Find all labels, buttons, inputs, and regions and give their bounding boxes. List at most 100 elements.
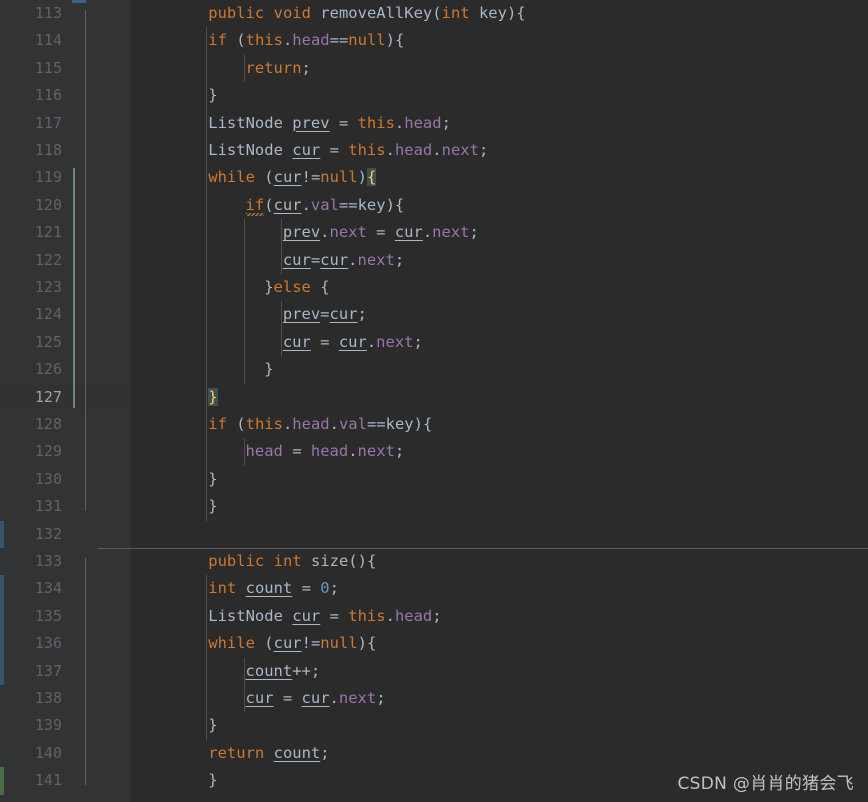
line-number[interactable]: 138 bbox=[0, 685, 62, 712]
line-number[interactable]: 129 bbox=[0, 438, 62, 465]
code-line-text[interactable]: } bbox=[208, 493, 217, 520]
line-number[interactable]: 125 bbox=[0, 329, 62, 356]
line-number[interactable]: 121 bbox=[0, 219, 62, 246]
code-line-text[interactable]: } bbox=[208, 712, 217, 739]
code-token: = bbox=[320, 141, 349, 159]
code-token: head bbox=[292, 415, 330, 433]
code-line-text[interactable]: if (this.head==null){ bbox=[208, 27, 404, 54]
line-number[interactable]: 141 bbox=[0, 767, 62, 794]
code-line-text[interactable]: prev.next = cur.next; bbox=[283, 219, 479, 246]
code-token: { bbox=[366, 168, 377, 187]
code-line-text[interactable]: return; bbox=[246, 55, 311, 82]
code-token: return bbox=[245, 58, 302, 77]
line-number[interactable]: 137 bbox=[0, 658, 62, 685]
line-number[interactable]: 139 bbox=[0, 712, 62, 739]
code-line-text[interactable]: } bbox=[208, 384, 218, 411]
code-token: . bbox=[366, 332, 377, 351]
line-number[interactable]: 114 bbox=[0, 27, 62, 54]
line-number[interactable]: 130 bbox=[0, 466, 62, 493]
code-line-text[interactable]: while (cur!=null){ bbox=[208, 164, 377, 191]
code-line-text[interactable]: ListNode cur = this.head.next; bbox=[208, 137, 488, 164]
code-token: . bbox=[329, 689, 339, 707]
line-number[interactable]: 127 bbox=[0, 384, 62, 411]
code-token: } bbox=[264, 360, 274, 379]
code-line-text[interactable]: ListNode cur = this.head; bbox=[208, 603, 441, 630]
code-line-text[interactable]: }else { bbox=[264, 274, 329, 301]
code-token: . bbox=[282, 31, 293, 50]
code-token: . bbox=[348, 442, 358, 461]
code-line-text[interactable]: public void removeAllKey(int key){ bbox=[208, 0, 525, 27]
code-line-text[interactable]: int count = 0; bbox=[208, 575, 339, 602]
code-token: key bbox=[478, 4, 507, 22]
code-line-text[interactable]: return count; bbox=[208, 740, 329, 767]
line-number[interactable]: 140 bbox=[0, 740, 62, 767]
line-number[interactable]: 119 bbox=[0, 164, 62, 191]
line-number[interactable]: 115 bbox=[0, 55, 62, 82]
line-number[interactable]: 131 bbox=[0, 493, 62, 520]
code-line-text[interactable]: } bbox=[264, 356, 273, 383]
code-token: int bbox=[208, 579, 237, 598]
code-token: == bbox=[366, 415, 386, 433]
line-number[interactable]: 132 bbox=[0, 521, 62, 548]
code-line-text[interactable]: count++; bbox=[246, 658, 321, 685]
line-number[interactable]: 116 bbox=[0, 82, 62, 109]
code-token: ; bbox=[329, 579, 339, 598]
code-line-text[interactable]: head = head.next; bbox=[246, 438, 405, 465]
code-line-text[interactable]: if (this.head.val==key){ bbox=[208, 411, 432, 438]
indent-guide bbox=[243, 54, 245, 83]
change-marker[interactable] bbox=[0, 767, 4, 795]
code-token: head bbox=[310, 442, 349, 461]
line-number[interactable]: 123 bbox=[0, 274, 62, 301]
code-line-text[interactable]: public int size(){ bbox=[208, 548, 376, 575]
code-editor[interactable]: 113 114 115 116 117 118 119 120 121 122 123 124 125 1… bbox=[0, 0, 868, 802]
code-token: removeAllKey bbox=[320, 4, 433, 22]
code-token: prev bbox=[292, 113, 330, 132]
code-line-text[interactable]: } bbox=[208, 82, 217, 109]
code-line-text[interactable]: ListNode prev = this.head; bbox=[208, 110, 451, 137]
code-line-text[interactable]: cur = cur.next; bbox=[283, 329, 423, 356]
code-token: = bbox=[320, 305, 330, 324]
change-marker[interactable] bbox=[0, 575, 4, 603]
change-marker[interactable] bbox=[0, 602, 4, 631]
code-text-area[interactable]: public void removeAllKey(int key){if (th… bbox=[130, 0, 868, 802]
line-number[interactable]: 122 bbox=[0, 247, 62, 274]
line-number[interactable]: 135 bbox=[0, 603, 62, 630]
code-token: . bbox=[422, 223, 433, 242]
code-token: key bbox=[385, 415, 414, 433]
code-token: ( bbox=[254, 168, 274, 187]
indent-guide bbox=[206, 575, 208, 740]
line-number[interactable]: 133 bbox=[0, 548, 62, 575]
line-number[interactable]: 126 bbox=[0, 356, 62, 383]
code-token: ( bbox=[254, 634, 274, 653]
code-token: = bbox=[310, 250, 321, 269]
code-token: cur bbox=[292, 606, 321, 625]
line-number[interactable]: 136 bbox=[0, 630, 62, 657]
code-token: next bbox=[338, 689, 377, 707]
code-line-text[interactable]: while (cur!=null){ bbox=[208, 630, 376, 657]
code-token: cur bbox=[394, 223, 423, 242]
change-marker[interactable] bbox=[0, 630, 4, 658]
change-marker[interactable] bbox=[0, 657, 4, 685]
line-number[interactable]: 124 bbox=[0, 301, 62, 328]
line-number[interactable]: 128 bbox=[0, 411, 62, 438]
code-line-text[interactable]: cur=cur.next; bbox=[283, 247, 404, 274]
code-line-text[interactable]: } bbox=[208, 767, 217, 794]
code-token: head bbox=[292, 31, 330, 50]
code-line-text[interactable]: prev=cur; bbox=[283, 301, 367, 328]
line-number[interactable]: 117 bbox=[0, 110, 62, 137]
line-number[interactable]: 113 bbox=[0, 0, 62, 27]
code-token: ) bbox=[357, 168, 367, 187]
line-number[interactable]: 118 bbox=[0, 137, 62, 164]
line-number[interactable]: 134 bbox=[0, 575, 62, 602]
code-line-text[interactable]: if(cur.val==key){ bbox=[246, 192, 405, 219]
code-token: (){ bbox=[348, 552, 377, 570]
change-marker[interactable] bbox=[0, 520, 4, 548]
code-token: ){ bbox=[413, 415, 433, 433]
code-token: val bbox=[310, 195, 339, 214]
line-number[interactable]: 120 bbox=[0, 192, 62, 219]
code-line-text[interactable]: } bbox=[208, 466, 217, 493]
code-line-text[interactable]: cur = cur.next; bbox=[246, 685, 386, 712]
code-token: } bbox=[208, 86, 218, 105]
